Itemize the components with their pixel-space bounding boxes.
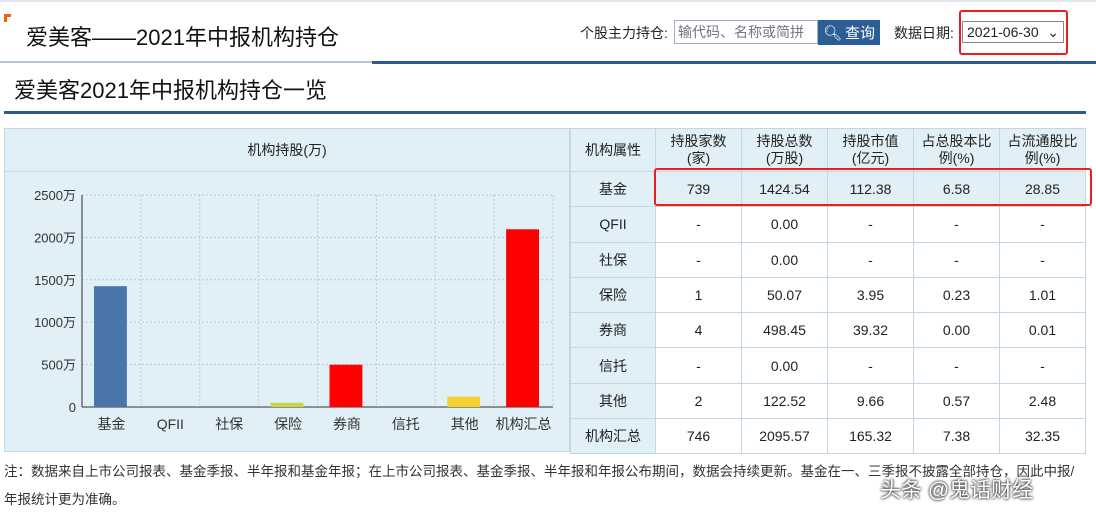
table-cell: - — [655, 347, 742, 384]
table-cell: 746 — [655, 418, 742, 455]
table-cell: 7.38 — [913, 418, 1000, 455]
table-cell: 0.23 — [913, 276, 1000, 314]
x-tick-label: 券商 — [333, 416, 361, 432]
column-header: 占流通股比例(%) — [999, 128, 1086, 172]
column-header: 持股总数(万股) — [741, 128, 828, 172]
table-row: 券商 4 498.45 39.32 0.00 0.01 — [570, 312, 1086, 349]
table-cell: 0.00 — [741, 241, 828, 278]
bar — [270, 402, 304, 407]
table-cell: - — [827, 206, 914, 243]
highlight-box — [959, 10, 1068, 55]
watermark: 头条 @鬼话财经 — [880, 479, 1034, 502]
table-cell: 9.66 — [827, 382, 914, 420]
bar — [329, 364, 363, 407]
table-cell: 0.00 — [741, 206, 828, 243]
x-tick-label: 信托 — [392, 416, 420, 432]
divider — [4, 111, 1086, 114]
table-cell: - — [999, 206, 1086, 243]
table-cell: 0.00 — [741, 347, 828, 384]
search-button[interactable]: 🔍︎ 查询 — [818, 20, 880, 45]
table-cell: - — [913, 206, 1000, 243]
table-cell: 0.01 — [999, 312, 1086, 349]
table-cell: 50.07 — [741, 276, 828, 314]
table-cell: 3.95 — [827, 276, 914, 314]
page-title: 爱美客——2021年中报机构持仓 — [26, 25, 339, 50]
top-border — [0, 0, 1096, 2]
x-tick-label: QFII — [157, 416, 184, 432]
row-label: 基金 — [570, 170, 656, 208]
y-tick-label: 1500万 — [34, 273, 76, 288]
table-row: 保险 1 50.07 3.95 0.23 1.01 — [570, 276, 1086, 314]
divider — [372, 61, 1096, 64]
row-label: 其他 — [570, 382, 656, 420]
x-tick-label: 基金 — [97, 416, 125, 432]
column-header: 持股市值(亿元) — [827, 128, 914, 172]
column-header: 机构属性 — [570, 128, 656, 172]
chart-panel: 机构持股(万) 0 500万 1000万 1500万 2000万 2500万基金 QFII 社… — [4, 128, 570, 452]
table-cell: - — [999, 241, 1086, 278]
table-cell: 1 — [655, 276, 742, 314]
table-cell: - — [913, 347, 1000, 384]
y-tick-label: 2500万 — [34, 188, 76, 203]
column-header: 占总股本比例(%) — [913, 128, 1000, 172]
search-button-label: 查询 — [845, 25, 876, 42]
table-cell: 2 — [655, 382, 742, 420]
table-row: 信托 -0.00- - - — [570, 347, 1086, 384]
x-tick-label: 其他 — [451, 416, 479, 432]
row-label: 机构汇总 — [570, 418, 656, 455]
table-cell: 2095.57 — [741, 418, 828, 455]
table-cell: - — [999, 347, 1086, 384]
x-tick-label: 机构汇总 — [496, 416, 552, 432]
table-cell: 32.35 — [999, 418, 1086, 455]
y-tick-label: 1000万 — [34, 315, 76, 330]
table-cell: - — [827, 241, 914, 278]
table-cell: 165.32 — [827, 418, 914, 455]
table-cell: 122.52 — [741, 382, 828, 420]
table-cell: 498.45 — [741, 312, 828, 349]
search-icon: 🔍︎ — [822, 24, 843, 42]
bar — [447, 396, 481, 407]
bar-chart: 0 500万 1000万 1500万 2000万 2500万基金 QFII 社保 保险 券商 信托 其… — [34, 188, 554, 432]
corner-mark-icon — [4, 14, 11, 22]
x-tick-label: 社保 — [215, 416, 243, 432]
chart-title: 机构持股(万) — [5, 129, 569, 172]
table-cell: - — [827, 347, 914, 384]
y-tick-label: 0 — [69, 400, 76, 415]
table-cell: - — [655, 206, 742, 243]
bar — [94, 286, 127, 407]
table-cell: 0.57 — [913, 382, 1000, 420]
table-row: 机构汇总 746 2095.57 165.32 7.38 32.35 — [570, 418, 1086, 455]
column-header: 持股家数(家) — [655, 128, 742, 172]
row-label: 券商 — [570, 312, 656, 349]
table-row: 其他 2 122.52 9.66 0.57 2.48 — [570, 382, 1086, 420]
stock-search-input[interactable] — [674, 20, 818, 44]
search-label: 个股主力持仓: — [580, 25, 668, 41]
bar — [506, 229, 539, 407]
table-cell: - — [655, 241, 742, 278]
row-label: QFII — [570, 206, 656, 243]
table-cell: 1.01 — [999, 276, 1086, 314]
y-tick-label: 500万 — [41, 358, 76, 373]
row-label: 保险 — [570, 276, 656, 314]
table-cell: - — [913, 241, 1000, 278]
table-cell: 2.48 — [999, 382, 1086, 420]
table-cell: 39.32 — [827, 312, 914, 349]
table-row: QFII -0.00- - - — [570, 206, 1086, 243]
row-label: 信托 — [570, 347, 656, 384]
table-cell: 4 — [655, 312, 742, 349]
date-label: 数据日期: — [894, 25, 954, 41]
table-row: 社保 -0.00- - - — [570, 241, 1086, 278]
x-tick-label: 保险 — [274, 416, 302, 432]
highlight-box — [654, 168, 1092, 206]
row-label: 社保 — [570, 241, 656, 278]
divider — [0, 61, 372, 63]
y-tick-label: 2000万 — [34, 230, 76, 245]
section-title: 爱美客2021年中报机构持仓一览 — [14, 78, 327, 103]
table-cell: 0.00 — [913, 312, 1000, 349]
